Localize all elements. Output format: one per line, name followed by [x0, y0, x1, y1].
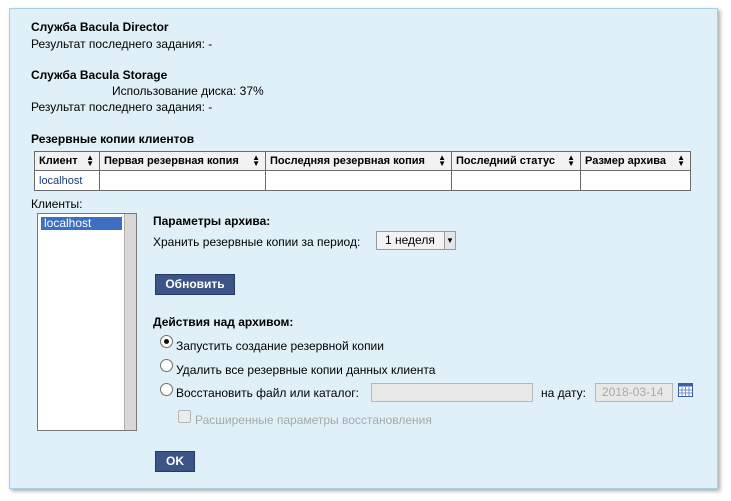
refresh-button[interactable]: Обновить [155, 274, 235, 295]
storage-disk-usage: Использование диска: 37% [112, 84, 264, 98]
sort-icon: ▲ ▼ [438, 153, 446, 168]
actions-title: Действия над архивом: [153, 315, 294, 329]
calendar-icon[interactable] [678, 383, 693, 397]
radio-delete-backups[interactable] [160, 359, 173, 372]
option-delete-backups-label: Удалить все резервные копии данных клиен… [176, 363, 436, 377]
column-header-last-status[interactable]: Последний статус ▲ ▼ [451, 151, 581, 171]
advanced-restore-checkbox[interactable] [178, 410, 191, 423]
column-header-archive-size[interactable]: Размер архива ▲ ▼ [580, 151, 691, 171]
retention-select[interactable]: 1 неделя ▼ [376, 231, 456, 250]
backups-title: Резервные копии клиентов [31, 132, 195, 146]
ok-button[interactable]: OK [155, 451, 195, 472]
advanced-restore-label: Расширенные параметры восстановления [195, 413, 432, 427]
column-header-last-backup[interactable]: Последняя резервная копия ▲ ▼ [265, 151, 452, 171]
listbox-scrollbar[interactable] [124, 214, 136, 430]
dropdown-arrow-icon: ▼ [444, 232, 455, 249]
bacula-panel: Служба Bacula Director Результат последн… [9, 8, 718, 489]
clients-listbox[interactable]: localhost [37, 213, 137, 431]
option-start-backup-label: Запустить создание резервной копии [176, 339, 384, 353]
table-cell-last-backup [265, 170, 452, 191]
radio-start-backup[interactable] [160, 335, 173, 348]
director-title: Служба Bacula Director [31, 20, 169, 34]
archive-params-title: Параметры архива: [153, 214, 271, 228]
sort-icon: ▲ ▼ [567, 153, 575, 168]
radio-restore[interactable] [160, 383, 173, 396]
storage-title: Служба Bacula Storage [31, 68, 168, 82]
clients-label: Клиенты: [31, 197, 83, 211]
date-input[interactable]: 2018-03-14 [595, 383, 673, 402]
table-cell-archive-size [580, 170, 691, 191]
restore-path-input[interactable] [371, 383, 533, 402]
table-cell-last-status [451, 170, 581, 191]
list-item[interactable]: localhost [41, 217, 122, 230]
sort-icon: ▲ ▼ [86, 153, 94, 168]
director-last-job: Результат последнего задания: - [31, 37, 213, 51]
backups-table: Клиент ▲ ▼ Первая резервная копия ▲ ▼ Послед… [34, 151, 691, 191]
storage-last-job: Результат последнего задания: - [31, 100, 213, 114]
column-header-first-backup[interactable]: Первая резервная копия ▲ ▼ [99, 151, 266, 171]
option-restore-label: Восстановить файл или каталог: [176, 386, 359, 400]
sort-icon: ▲ ▼ [677, 153, 685, 168]
column-header-client[interactable]: Клиент ▲ ▼ [34, 151, 100, 171]
table-cell-first-backup [99, 170, 266, 191]
sort-icon: ▲ ▼ [252, 153, 260, 168]
table-row: localhost [34, 170, 691, 191]
date-label: на дату: [541, 386, 587, 400]
table-cell-client[interactable]: localhost [34, 170, 100, 191]
retention-label: Хранить резервные копии за период: [153, 235, 361, 249]
table-header-row: Клиент ▲ ▼ Первая резервная копия ▲ ▼ Послед… [34, 151, 691, 171]
